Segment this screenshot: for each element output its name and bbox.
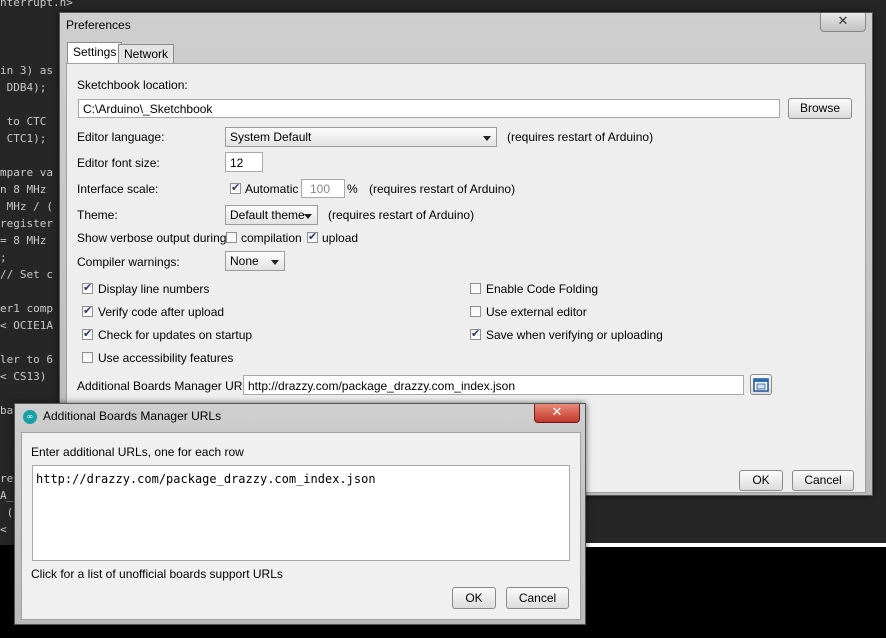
theme-value: Default theme	[230, 208, 305, 222]
check-icon: ✔	[83, 281, 93, 294]
preferences-titlebar[interactable]: Preferences ✕	[60, 13, 872, 39]
code-line: A_	[0, 489, 14, 502]
code-line: (	[0, 506, 14, 519]
check-icon: ✔	[83, 327, 93, 340]
code-line: er1 comp	[0, 302, 53, 315]
boards-dialog-title: Additional Boards Manager URLs	[43, 409, 222, 423]
preferences-close-button[interactable]: ✕	[820, 13, 866, 32]
chevron-down-icon	[483, 136, 491, 141]
scale-unit: %	[347, 182, 358, 196]
check-updates-checkbox[interactable]: ✔	[82, 327, 93, 340]
arduino-icon: ∞	[23, 410, 37, 424]
code-line: < CS13)	[0, 370, 47, 383]
code-line: nterrupt.h>	[0, 0, 73, 9]
compiler-warnings-label: Compiler warnings:	[77, 255, 180, 269]
boards-dialog-instruction: Enter additional URLs, one for each row	[31, 445, 244, 459]
preferences-title: Preferences	[66, 18, 131, 32]
external-editor-checkbox[interactable]	[470, 306, 481, 317]
external-editor-label: Use external editor	[486, 305, 587, 319]
tab-settings[interactable]: Settings	[67, 42, 123, 64]
code-line: to CTC	[0, 115, 47, 128]
preferences-ok-button[interactable]: OK	[739, 470, 783, 491]
check-icon: ✔	[308, 230, 318, 243]
verbose-compilation-checkbox[interactable]	[226, 232, 237, 243]
code-line: mpare va	[0, 166, 53, 179]
font-size-input[interactable]: 12	[225, 152, 263, 172]
code-line: register	[0, 217, 53, 230]
divider	[580, 543, 886, 547]
unofficial-boards-link[interactable]: Click for a list of unofficial boards su…	[31, 567, 283, 581]
theme-note: (requires restart of Arduino)	[328, 208, 475, 222]
check-icon: ✔	[471, 327, 481, 340]
code-line: <	[0, 523, 7, 536]
code-line: ba	[0, 404, 14, 417]
code-folding-checkbox[interactable]	[470, 283, 481, 294]
display-line-numbers-checkbox[interactable]: ✔	[82, 281, 93, 294]
boards-dialog-close-button[interactable]: ✕	[534, 404, 580, 423]
check-icon: ✔	[83, 304, 93, 317]
compiler-warnings-select[interactable]: None	[225, 251, 285, 271]
verbose-compilation-label: compilation	[241, 231, 302, 245]
code-line: < OCIE1A	[0, 319, 53, 332]
code-line: CTC1);	[0, 132, 47, 145]
preferences-cancel-button[interactable]: Cancel	[792, 470, 854, 491]
theme-select[interactable]: Default theme	[225, 205, 318, 225]
code-line: re	[0, 472, 14, 485]
tab-network[interactable]: Network	[118, 44, 175, 64]
code-line: ;	[0, 251, 7, 264]
verify-after-upload-label: Verify code after upload	[98, 305, 225, 319]
verbose-label: Show verbose output during:	[77, 231, 230, 245]
verify-after-upload-checkbox[interactable]: ✔	[82, 304, 93, 317]
sketchbook-location-input[interactable]: C:\Arduino\_Sketchbook	[78, 99, 780, 118]
code-line: n 8 MHz	[0, 183, 47, 196]
editor-language-note: (requires restart of Arduino)	[507, 130, 654, 144]
font-size-label: Editor font size:	[77, 156, 160, 170]
accessibility-checkbox[interactable]	[82, 352, 93, 363]
code-line: DDB4);	[0, 81, 47, 94]
window-icon	[753, 378, 769, 392]
code-folding-label: Enable Code Folding	[486, 282, 599, 296]
editor-language-value: System Default	[230, 130, 312, 144]
chevron-down-icon	[271, 260, 279, 265]
code-line: ler to 6	[0, 353, 53, 366]
verbose-upload-checkbox[interactable]: ✔	[307, 230, 318, 243]
code-line: // Set c	[0, 268, 53, 281]
check-updates-label: Check for updates on startup	[98, 328, 253, 342]
theme-label: Theme:	[77, 208, 118, 222]
interface-scale-label: Interface scale:	[77, 182, 159, 196]
compiler-warnings-value: None	[230, 254, 259, 268]
verbose-upload-label: upload	[322, 231, 359, 245]
display-line-numbers-label: Display line numbers	[98, 282, 210, 296]
boards-urls-textarea[interactable]: http://drazzy.com/package_drazzy.com_ind…	[32, 465, 570, 561]
scale-note: (requires restart of Arduino)	[369, 182, 516, 196]
boards-urls-input[interactable]: http://drazzy.com/package_drazzy.com_ind…	[243, 375, 744, 395]
code-line: = 8 MHz	[0, 234, 47, 247]
editor-language-label: Editor language:	[77, 130, 165, 144]
check-icon: ✔	[231, 181, 241, 194]
chevron-down-icon	[304, 214, 312, 219]
scale-automatic-label: Automatic	[245, 182, 299, 196]
editor-language-select[interactable]: System Default	[225, 127, 497, 147]
boards-urls-label: Additional Boards Manager URLs:	[77, 379, 259, 393]
boards-urls-dialog: ∞ Additional Boards Manager URLs ✕ Enter…	[14, 403, 586, 625]
boards-urls-edit-button[interactable]	[750, 374, 772, 395]
save-when-verifying-checkbox[interactable]: ✔	[470, 327, 481, 340]
browse-button[interactable]: Browse	[788, 98, 852, 119]
sketchbook-label: Sketchbook location:	[77, 78, 188, 92]
code-line: in 3) as	[0, 64, 53, 77]
scale-value: 100	[309, 182, 330, 196]
code-line: MHz / (	[0, 200, 53, 213]
scale-automatic-checkbox[interactable]: ✔	[230, 181, 241, 194]
boards-dialog-panel: Enter additional URLs, one for each row …	[21, 432, 581, 620]
boards-dialog-ok-button[interactable]: OK	[452, 587, 496, 609]
scale-spinner[interactable]: 100	[301, 179, 345, 198]
accessibility-label: Use accessibility features	[98, 351, 234, 365]
boards-dialog-titlebar[interactable]: ∞ Additional Boards Manager URLs ✕	[15, 404, 585, 430]
save-when-verifying-label: Save when verifying or uploading	[486, 328, 663, 342]
boards-dialog-cancel-button[interactable]: Cancel	[506, 587, 569, 609]
